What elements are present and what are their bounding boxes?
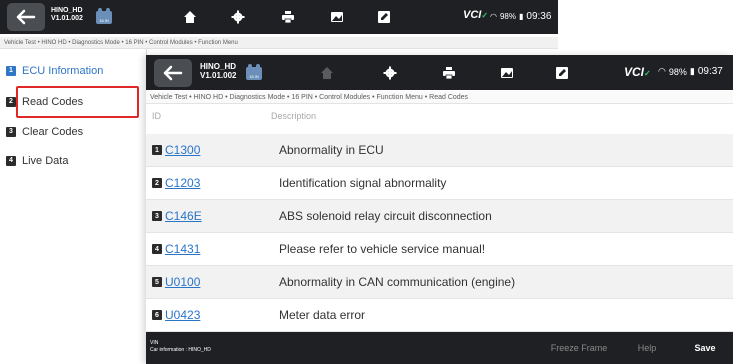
menu-item-label: Live Data — [22, 154, 69, 167]
car-information: Car information : HINO_HD — [150, 347, 211, 353]
clock: 09:36 — [526, 11, 552, 22]
printer-icon — [282, 11, 294, 24]
print-button[interactable] — [277, 6, 299, 28]
back-arrow-icon — [163, 65, 183, 81]
table-header: ID Description — [146, 105, 733, 127]
dtc-code-link[interactable]: C1300 — [165, 143, 200, 157]
dtc-description: Identification signal abnormality — [279, 176, 447, 190]
vehicle-badge-icon: 16 IN — [246, 64, 262, 80]
settings-button[interactable] — [227, 6, 249, 28]
wifi-icon: ◠ — [490, 12, 497, 21]
menu-item-number: 1 — [6, 65, 16, 76]
menu-item-number: 2 — [6, 96, 16, 107]
home-icon — [184, 11, 196, 23]
status-area: ◠ 98% ▮ 09:36 — [490, 11, 551, 22]
menu-item-clear-codes[interactable]: 3 Clear Codes — [0, 117, 146, 146]
image-icon — [501, 68, 513, 78]
bottom-toolbar: VIN Car information : HINO_HD Freeze Fra… — [146, 332, 733, 364]
vci-status: VCI✓ — [463, 9, 489, 21]
top-toolbar: HINO_HD V1.01.002 16 IN VCI✓ ◠ 98% ▮ 09:… — [146, 55, 733, 90]
battery-icon: ▮ — [519, 12, 524, 21]
vehicle-badge-icon: 16 IN — [96, 8, 112, 24]
gear-icon — [383, 66, 397, 80]
top-toolbar: HINO_HD V1.01.002 16 IN VCI✓ ◠ 98% ▮ 09:… — [0, 0, 558, 34]
table-row[interactable]: 5 U0100 Abnormality in CAN communication… — [146, 266, 733, 299]
image-icon — [331, 12, 343, 22]
dtc-code-link[interactable]: U0100 — [165, 275, 200, 289]
home-button[interactable] — [179, 6, 201, 28]
status-area: ◠ 98% ▮ 09:37 — [658, 66, 723, 77]
dtc-description: Abnormality in CAN communication (engine… — [279, 275, 516, 289]
app-title: HINO_HD V1.01.002 — [200, 62, 237, 80]
dtc-description: Please refer to vehicle service manual! — [279, 242, 486, 256]
menu-item-live-data[interactable]: 4 Live Data — [0, 146, 146, 175]
vci-connected-icon: ✓ — [481, 11, 489, 20]
vin-label: VIN — [150, 340, 159, 346]
row-number: 6 — [152, 310, 162, 320]
back-button[interactable] — [154, 59, 192, 87]
vci-connected-icon: ✓ — [644, 69, 651, 78]
breadcrumb: Vehicle Test • HINO HD • Diagnostics Mod… — [0, 37, 558, 49]
dtc-description: ABS solenoid relay circuit disconnection — [279, 209, 492, 223]
clock: 09:37 — [697, 66, 723, 77]
column-header-id: ID — [152, 111, 161, 121]
screenshot-button[interactable] — [496, 62, 518, 84]
vci-status: VCI✓ — [624, 65, 651, 79]
edit-icon — [556, 67, 568, 79]
table-row[interactable]: 2 C1203 Identification signal abnormalit… — [146, 167, 733, 200]
back-button[interactable] — [7, 3, 45, 31]
edit-icon — [378, 11, 390, 23]
dtc-code-link[interactable]: U0423 — [165, 308, 200, 322]
dtc-description: Meter data error — [279, 308, 366, 322]
row-number: 2 — [152, 178, 162, 188]
home-button[interactable] — [316, 62, 338, 84]
column-header-description: Description — [271, 111, 317, 121]
read-codes-window: HINO_HD V1.01.002 16 IN VCI✓ ◠ 98% ▮ 09:… — [146, 55, 733, 364]
breadcrumb: Vehicle Test • HINO HD • Diagnostics Mod… — [146, 91, 733, 104]
battery-percent: 98% — [668, 66, 687, 77]
screenshot-button[interactable] — [326, 6, 348, 28]
dtc-description: Abnormality in ECU — [279, 143, 384, 157]
dtc-code-link[interactable]: C1203 — [165, 176, 200, 190]
edit-button[interactable] — [551, 62, 573, 84]
row-number: 4 — [152, 244, 162, 254]
table-row[interactable]: 3 C146E ABS solenoid relay circuit disco… — [146, 200, 733, 233]
dtc-code-link[interactable]: C146E — [165, 209, 202, 223]
save-button[interactable]: Save — [680, 332, 730, 364]
dtc-code-link[interactable]: C1431 — [165, 242, 200, 256]
gear-icon — [231, 10, 245, 24]
menu-item-number: 4 — [6, 155, 16, 166]
menu-item-label: Clear Codes — [22, 125, 84, 138]
table-row[interactable]: 4 C1431 Please refer to vehicle service … — [146, 233, 733, 266]
back-arrow-icon — [16, 9, 36, 25]
table-row[interactable]: 1 C1300 Abnormality in ECU — [146, 134, 733, 167]
row-number: 1 — [152, 145, 162, 155]
row-number: 5 — [152, 277, 162, 287]
print-button[interactable] — [438, 62, 460, 84]
wifi-icon: ◠ — [658, 66, 666, 76]
row-number: 3 — [152, 211, 162, 221]
edit-button[interactable] — [373, 6, 395, 28]
settings-button[interactable] — [379, 62, 401, 84]
printer-icon — [443, 67, 455, 80]
menu-item-label: ECU Information — [22, 64, 104, 77]
home-icon — [321, 67, 333, 79]
menu-item-ecu-information[interactable]: 1 ECU Information — [0, 56, 146, 85]
app-title: HINO_HD V1.01.002 — [51, 7, 83, 22]
vehicle-info: VIN Car information : HINO_HD — [150, 340, 211, 354]
help-button[interactable]: Help — [624, 332, 670, 364]
freeze-frame-button[interactable]: Freeze Frame — [544, 332, 614, 364]
highlight-box — [16, 86, 139, 118]
menu-item-number: 3 — [6, 126, 16, 137]
table-row[interactable]: 6 U0423 Meter data error — [146, 299, 733, 332]
battery-percent: 98% — [499, 12, 516, 21]
battery-icon: ▮ — [689, 66, 695, 76]
